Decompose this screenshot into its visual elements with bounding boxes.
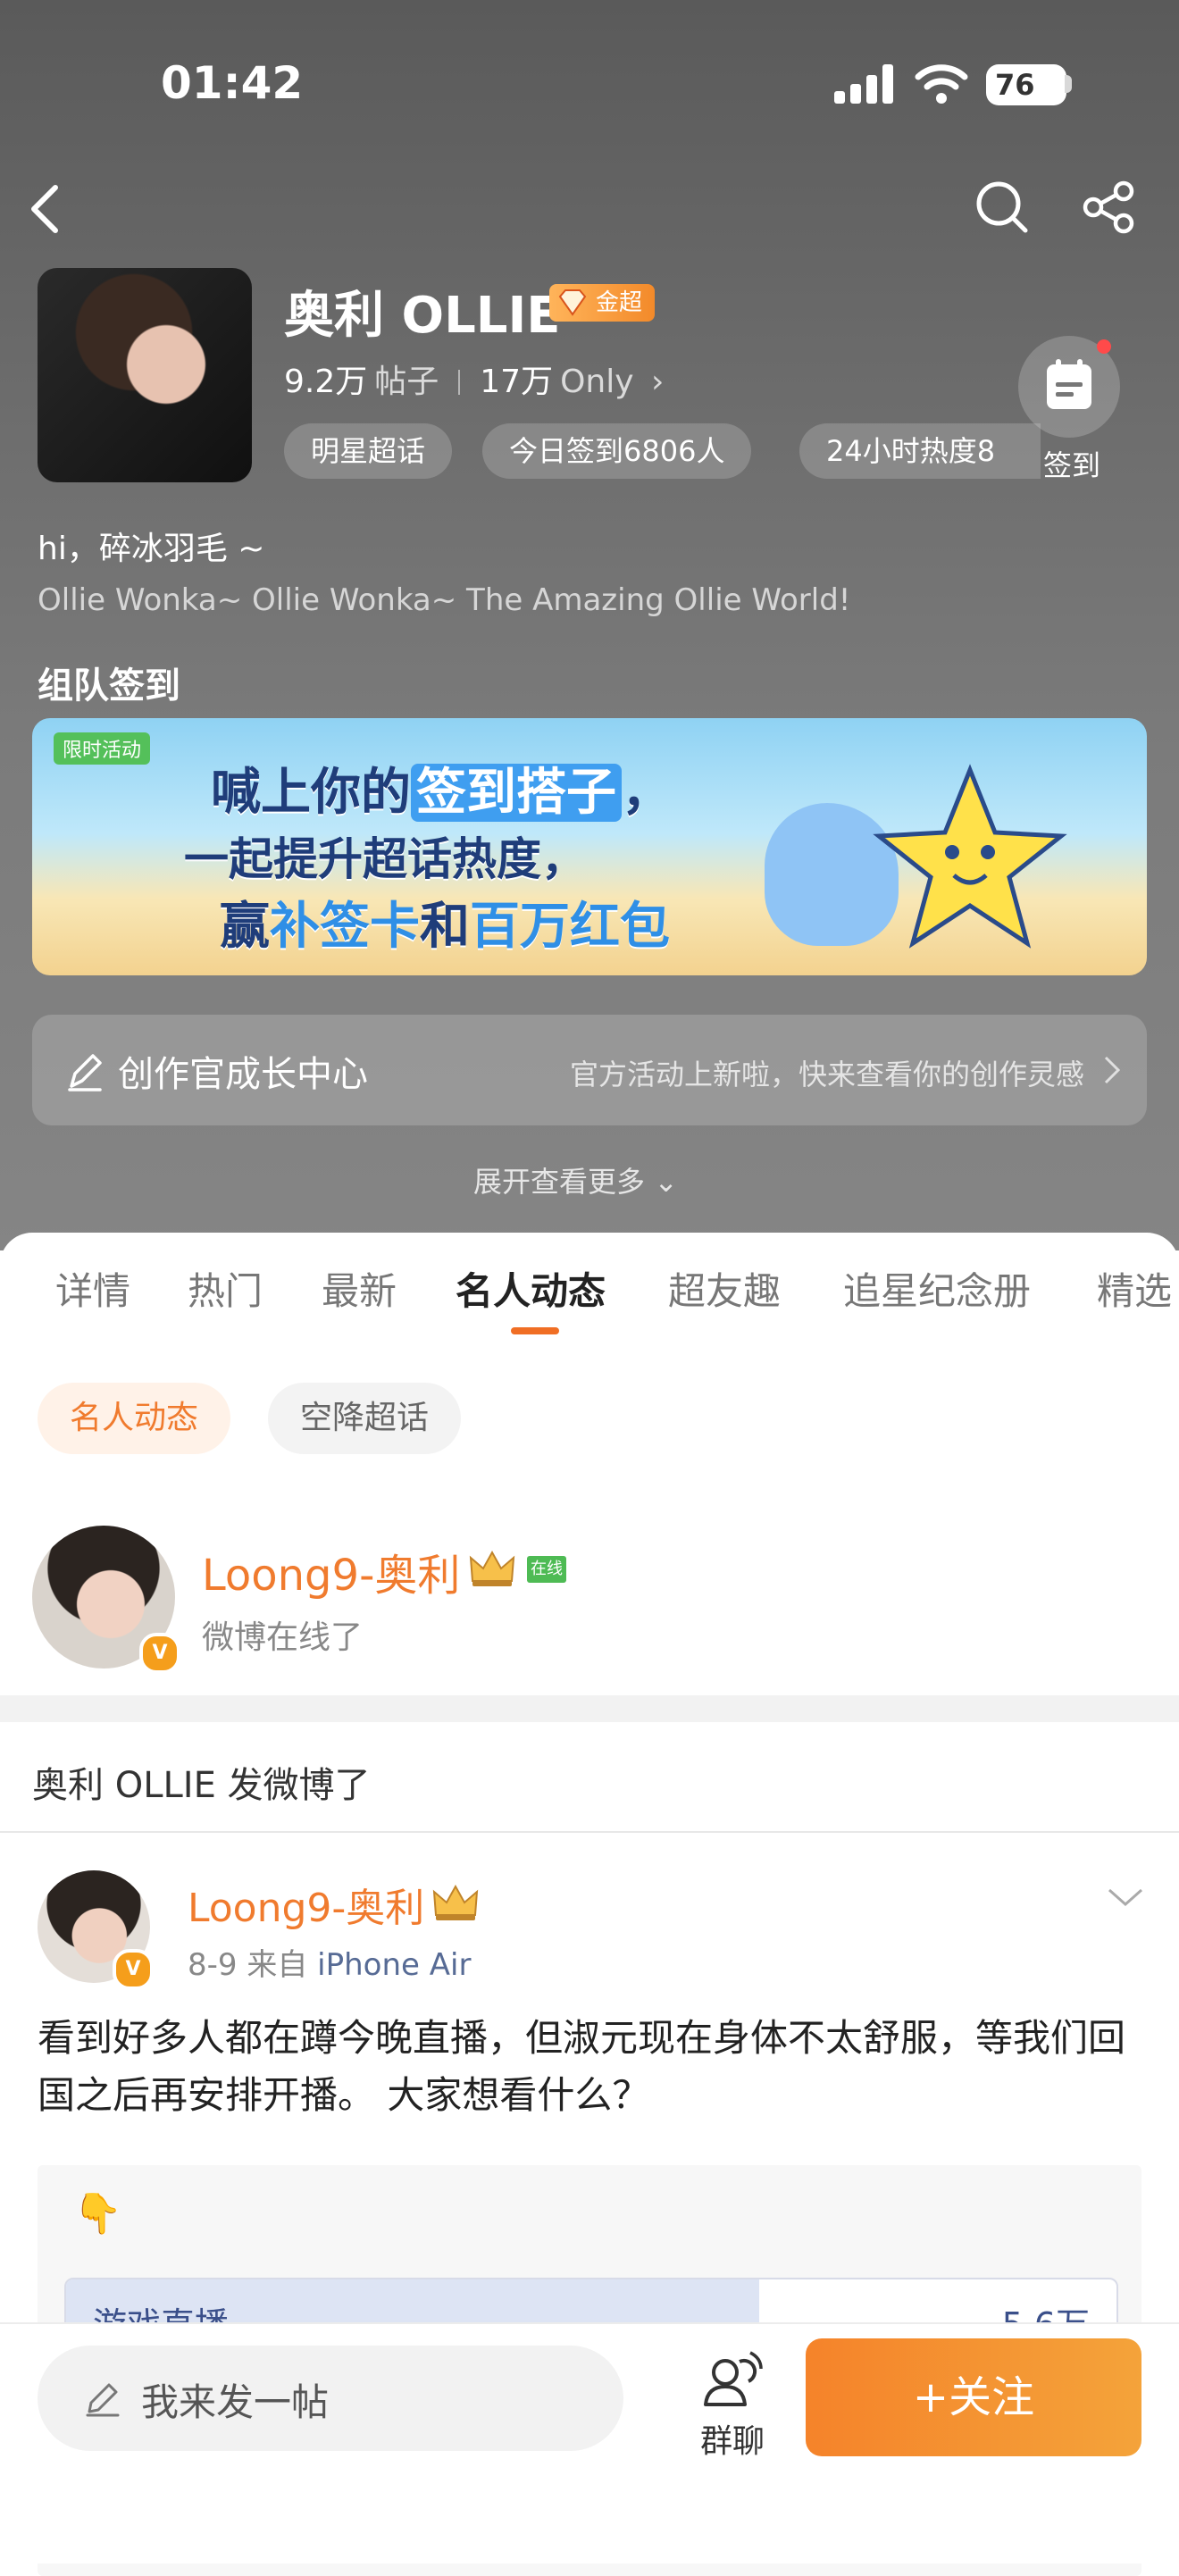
creator-center-hint: 官方活动上新啦，快来查看你的创作灵感 bbox=[569, 1058, 1084, 1091]
cellular-signal-icon bbox=[834, 64, 893, 104]
banner-line-3: 赢补签卡和百万红包 bbox=[220, 898, 670, 956]
quill-pen-icon bbox=[68, 1054, 102, 1091]
checkin-label[interactable]: 签到 bbox=[1043, 443, 1100, 484]
compose-placeholder: 我来发一帖 bbox=[141, 2380, 330, 2424]
post-source-prefix: 来自 bbox=[247, 1947, 308, 1983]
banner-line-2: 一起提升超话热度， bbox=[184, 833, 586, 885]
group-chat-icon[interactable] bbox=[698, 2342, 770, 2413]
star-mascot-icon bbox=[873, 764, 1067, 949]
pill-checkin-today[interactable]: 今日签到6806人 bbox=[482, 423, 752, 479]
verified-badge-icon: V bbox=[113, 1949, 154, 1990]
limited-event-tag: 限时活动 bbox=[54, 732, 151, 765]
chevron-down-icon: ⌄ bbox=[654, 1165, 678, 1199]
gold-super-badge[interactable]: 金超 bbox=[549, 284, 656, 322]
section-divider bbox=[0, 1695, 1179, 1722]
only-label[interactable]: Only bbox=[560, 364, 633, 400]
posts-count: 9.2万 bbox=[284, 364, 368, 400]
topic-title: 奥利 OLLIE bbox=[284, 287, 561, 345]
team-checkin-title: 组队签到 bbox=[38, 665, 180, 707]
tab-fan-album[interactable]: 追星纪念册 bbox=[843, 1261, 1031, 1316]
divider-line bbox=[0, 1831, 1179, 1833]
chevron-right-icon: › bbox=[640, 364, 665, 400]
crown-icon bbox=[432, 1884, 479, 1920]
search-icon[interactable] bbox=[974, 179, 1031, 236]
chevron-down-icon[interactable] bbox=[1106, 1885, 1145, 1910]
subtab-airdrop-topic[interactable]: 空降超话 bbox=[268, 1383, 462, 1454]
topic-avatar[interactable] bbox=[38, 268, 252, 482]
topic-bio-english: Ollie Wonka~ Ollie Wonka~ The Amazing Ol… bbox=[38, 582, 851, 618]
celebrity-status: 微博在线了 bbox=[202, 1619, 364, 1656]
post-source[interactable]: iPhone Air bbox=[317, 1947, 471, 1983]
notification-dot bbox=[1097, 339, 1111, 354]
pill-24h-heat[interactable]: 24小时热度8 bbox=[799, 423, 1041, 479]
battery-tip bbox=[1065, 75, 1072, 93]
share-icon[interactable] bbox=[1081, 179, 1138, 236]
diamond-icon bbox=[558, 289, 587, 316]
follow-button[interactable]: +关注 bbox=[806, 2338, 1141, 2456]
crown-icon bbox=[469, 1550, 515, 1586]
chevron-right-icon bbox=[1104, 1056, 1121, 1084]
battery-indicator: 76 bbox=[986, 64, 1066, 105]
creator-growth-center[interactable]: 创作官成长中心 官方活动上新啦，快来查看你的创作灵感 bbox=[32, 1015, 1147, 1125]
verified-badge-icon: V bbox=[139, 1633, 180, 1674]
tab-fan-fun[interactable]: 超友趣 bbox=[668, 1261, 781, 1316]
tab-celebrity-updates[interactable]: 名人动态 bbox=[456, 1261, 606, 1316]
pointing-down-emoji: 👇 bbox=[73, 2191, 122, 2237]
online-tag: 在线 bbox=[527, 1556, 566, 1583]
pill-star-topic[interactable]: 明星超话 bbox=[284, 423, 453, 479]
wifi-icon bbox=[915, 64, 968, 104]
post-body: 看到好多人都在蹲今晚直播，但淑元现在身体不太舒服，等我们回国之后再安排开播。 大… bbox=[38, 2016, 1126, 2117]
active-tab-indicator bbox=[511, 1327, 559, 1334]
compose-post-button[interactable]: 我来发一帖 bbox=[38, 2346, 623, 2451]
creator-center-label: 创作官成长中心 bbox=[118, 1054, 368, 1095]
group-chat-label[interactable]: 群聊 bbox=[700, 2415, 765, 2462]
pencil-icon bbox=[86, 2383, 120, 2417]
post-author-name[interactable]: Loong9-奥利 bbox=[188, 1876, 424, 1933]
post-meta: 8-9 来自 iPhone Air bbox=[188, 1940, 471, 1984]
tab-featured[interactable]: 精选 bbox=[1097, 1261, 1172, 1316]
tab-hot[interactable]: 热门 bbox=[188, 1261, 263, 1316]
gold-badge-label: 金超 bbox=[596, 289, 643, 316]
banner-line-1: 喊上你的 签到搭子， bbox=[211, 764, 672, 822]
status-time: 01:42 bbox=[161, 57, 304, 109]
tab-latest[interactable]: 最新 bbox=[322, 1261, 397, 1316]
post-section-title: 奥利 OLLIE 发微博了 bbox=[32, 1765, 371, 1806]
topic-stats: 9.2万 帖子 17万 Only › bbox=[284, 355, 664, 402]
tab-details[interactable]: 详情 bbox=[55, 1261, 130, 1316]
only-count[interactable]: 17万 bbox=[480, 364, 553, 400]
post-date: 8-9 bbox=[188, 1947, 238, 1983]
team-checkin-banner[interactable]: 限时活动 喊上你的 签到搭子， 一起提升超话热度， 赢补签卡和百万红包 bbox=[32, 718, 1147, 975]
subtab-celebrity-updates[interactable]: 名人动态 bbox=[38, 1383, 231, 1454]
back-arrow-icon[interactable] bbox=[27, 182, 63, 236]
topic-bio: hi，碎冰羽毛 ~ bbox=[38, 531, 265, 567]
celebrity-name[interactable]: Loong9-奥利 bbox=[202, 1540, 460, 1602]
expand-more-button[interactable]: 展开查看更多 ⌄ bbox=[473, 1159, 678, 1200]
posts-label: 帖子 bbox=[374, 364, 439, 400]
